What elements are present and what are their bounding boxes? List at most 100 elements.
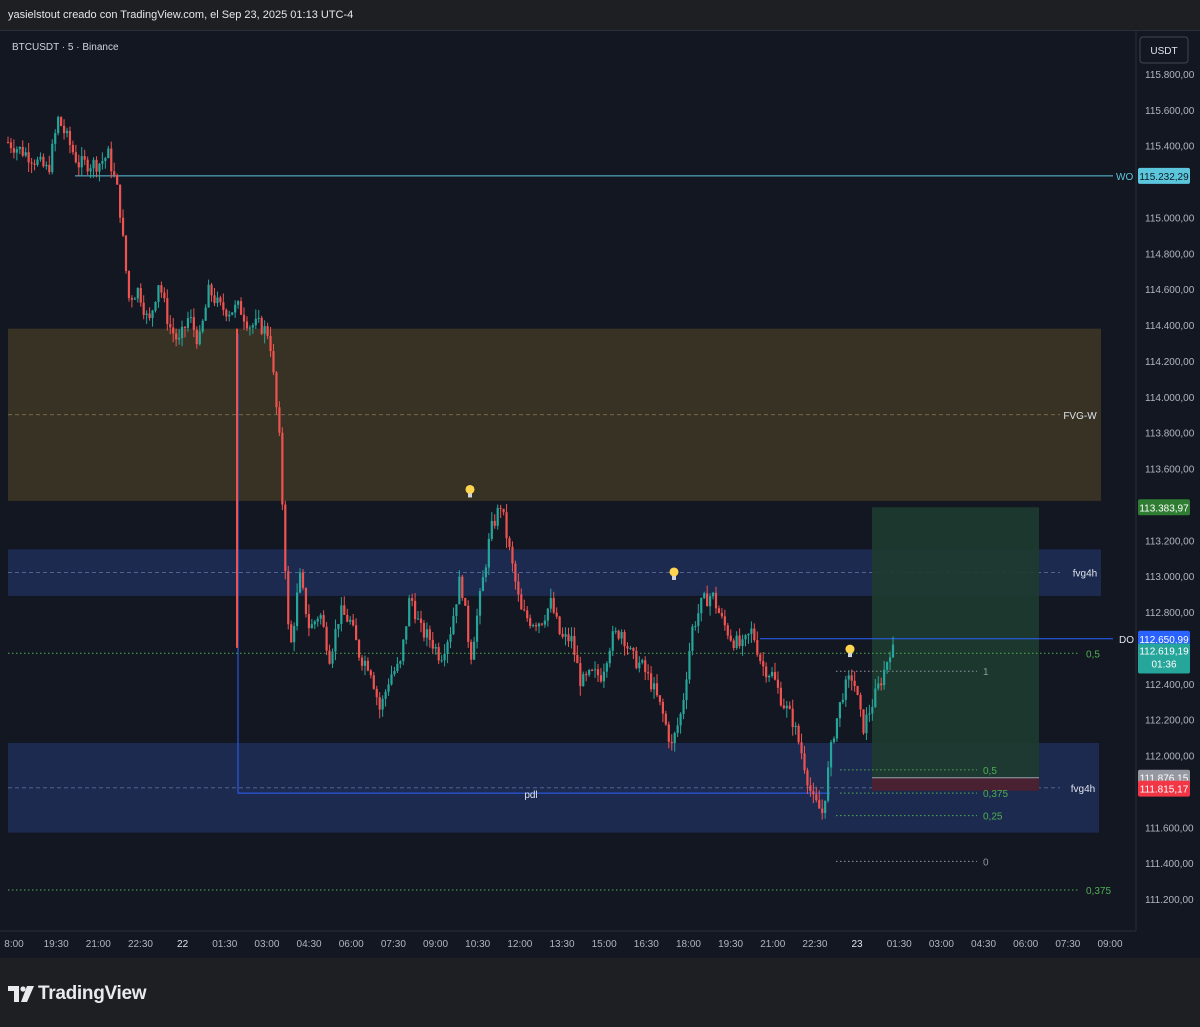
candle-body bbox=[741, 639, 744, 647]
price-tick-label: 111.600,00 bbox=[1145, 823, 1194, 834]
candle-body bbox=[800, 742, 803, 754]
tradingview-logo-icon bbox=[8, 986, 34, 1002]
candle-body bbox=[290, 624, 293, 643]
candle-body bbox=[440, 660, 443, 662]
candle-body bbox=[856, 686, 859, 695]
price-chart[interactable]: WO DO pdl 0,5 0,375 1 0,5 0,375 0,25 0 FVG-W fvg4h f… bbox=[0, 31, 1200, 959]
candle-body bbox=[254, 318, 257, 326]
tradingview-logo[interactable]: TradingView bbox=[8, 983, 147, 1005]
candle-body bbox=[195, 329, 198, 345]
candle-body bbox=[770, 672, 774, 676]
candle-body bbox=[411, 598, 414, 601]
candle-body bbox=[658, 695, 662, 702]
candle-body bbox=[216, 297, 219, 304]
candle-body bbox=[809, 785, 812, 792]
candle-body bbox=[626, 646, 629, 649]
symbol-label[interactable]: BTCUSDT · 5 · Binance bbox=[12, 42, 119, 53]
candle-body bbox=[835, 718, 839, 739]
candle-body bbox=[77, 162, 80, 168]
candle-body bbox=[711, 592, 715, 597]
time-tick-label: 12:00 bbox=[507, 939, 532, 950]
time-tick-label: 06:00 bbox=[339, 939, 364, 950]
time-tick-label: 10:30 bbox=[465, 939, 490, 950]
candle-body bbox=[874, 688, 877, 708]
price-tick-label: 113.200,00 bbox=[1145, 536, 1195, 547]
time-tick-label: 04:30 bbox=[971, 939, 996, 950]
candle-body bbox=[709, 596, 712, 607]
candle-body bbox=[632, 647, 635, 651]
candle-body bbox=[537, 623, 541, 627]
candle-body bbox=[794, 725, 797, 728]
price-tick-label: 115.000,00 bbox=[1145, 213, 1195, 224]
candle-body bbox=[591, 669, 594, 671]
candle-body bbox=[726, 625, 729, 636]
candle-body bbox=[815, 794, 818, 801]
candle-body bbox=[697, 613, 700, 626]
candle-body bbox=[576, 654, 579, 664]
fib-05-label-right: 0,5 bbox=[1086, 649, 1100, 660]
candle-body bbox=[260, 317, 263, 334]
candle-body bbox=[853, 680, 856, 687]
candle-body bbox=[116, 175, 119, 185]
fvg4h-upper-label: fvg4h bbox=[1073, 569, 1097, 580]
candle-body bbox=[51, 143, 54, 173]
candle-body bbox=[287, 571, 290, 625]
candle-body bbox=[263, 326, 266, 334]
candle-body bbox=[838, 702, 841, 719]
candle-body bbox=[470, 641, 473, 660]
time-tick-label: 19:30 bbox=[718, 939, 743, 950]
candle-body bbox=[110, 148, 113, 172]
candle-body bbox=[543, 620, 546, 625]
candle-body bbox=[496, 507, 499, 526]
candle-body bbox=[558, 616, 561, 634]
candle-body bbox=[231, 312, 234, 315]
candle-body bbox=[142, 302, 145, 315]
candle-body bbox=[829, 742, 833, 768]
candle-body bbox=[788, 705, 791, 709]
candle-body bbox=[6, 142, 10, 144]
candle-body bbox=[473, 641, 476, 660]
candle-body bbox=[27, 152, 30, 163]
candle-body bbox=[363, 660, 367, 666]
candle-body bbox=[355, 625, 358, 641]
candle-body bbox=[475, 615, 479, 642]
candle-body bbox=[242, 314, 246, 322]
candle-body bbox=[685, 679, 688, 701]
candle-body bbox=[192, 317, 195, 330]
candle-body bbox=[478, 591, 482, 616]
candle-body bbox=[679, 713, 682, 726]
candle-body bbox=[86, 159, 89, 172]
price-tick-label: 114.000,00 bbox=[1145, 393, 1195, 404]
candle-body bbox=[877, 683, 880, 689]
time-tick-label: 09:00 bbox=[1097, 939, 1122, 950]
current-price-tag: 112.619,19 bbox=[1139, 646, 1189, 657]
candle-body bbox=[564, 634, 567, 637]
time-tick-label: 21:00 bbox=[86, 939, 111, 950]
candle-body bbox=[484, 567, 487, 578]
candle-body bbox=[237, 301, 240, 305]
candle-body bbox=[827, 767, 830, 801]
candle-body bbox=[281, 432, 284, 505]
candle-body bbox=[80, 156, 83, 168]
time-tick-label: 01:30 bbox=[212, 939, 237, 950]
candle-body bbox=[343, 605, 346, 615]
candle-body bbox=[293, 626, 296, 643]
candle-body bbox=[12, 148, 15, 153]
price-tick-label: 113.600,00 bbox=[1145, 465, 1195, 476]
lightbulb-icon bbox=[465, 484, 475, 494]
candle-body bbox=[269, 335, 272, 352]
candle-body bbox=[768, 675, 771, 678]
wo-price-tag: 115.232,29 bbox=[1139, 172, 1189, 183]
chart-area[interactable]: WO DO pdl 0,5 0,375 1 0,5 0,375 0,25 0 FVG-W fvg4h f… bbox=[0, 30, 1200, 959]
candle-body bbox=[588, 669, 591, 675]
candle-body bbox=[555, 612, 558, 617]
price-tick-label: 115.800,00 bbox=[1145, 70, 1195, 81]
candle-body bbox=[228, 314, 231, 317]
candle-body bbox=[487, 538, 490, 568]
stop-zone bbox=[872, 777, 1039, 791]
candle-body bbox=[490, 520, 493, 539]
candle-body bbox=[65, 130, 69, 134]
candle-body bbox=[104, 158, 107, 161]
price-tick-label: 114.800,00 bbox=[1145, 249, 1195, 260]
candle-body bbox=[706, 593, 709, 607]
